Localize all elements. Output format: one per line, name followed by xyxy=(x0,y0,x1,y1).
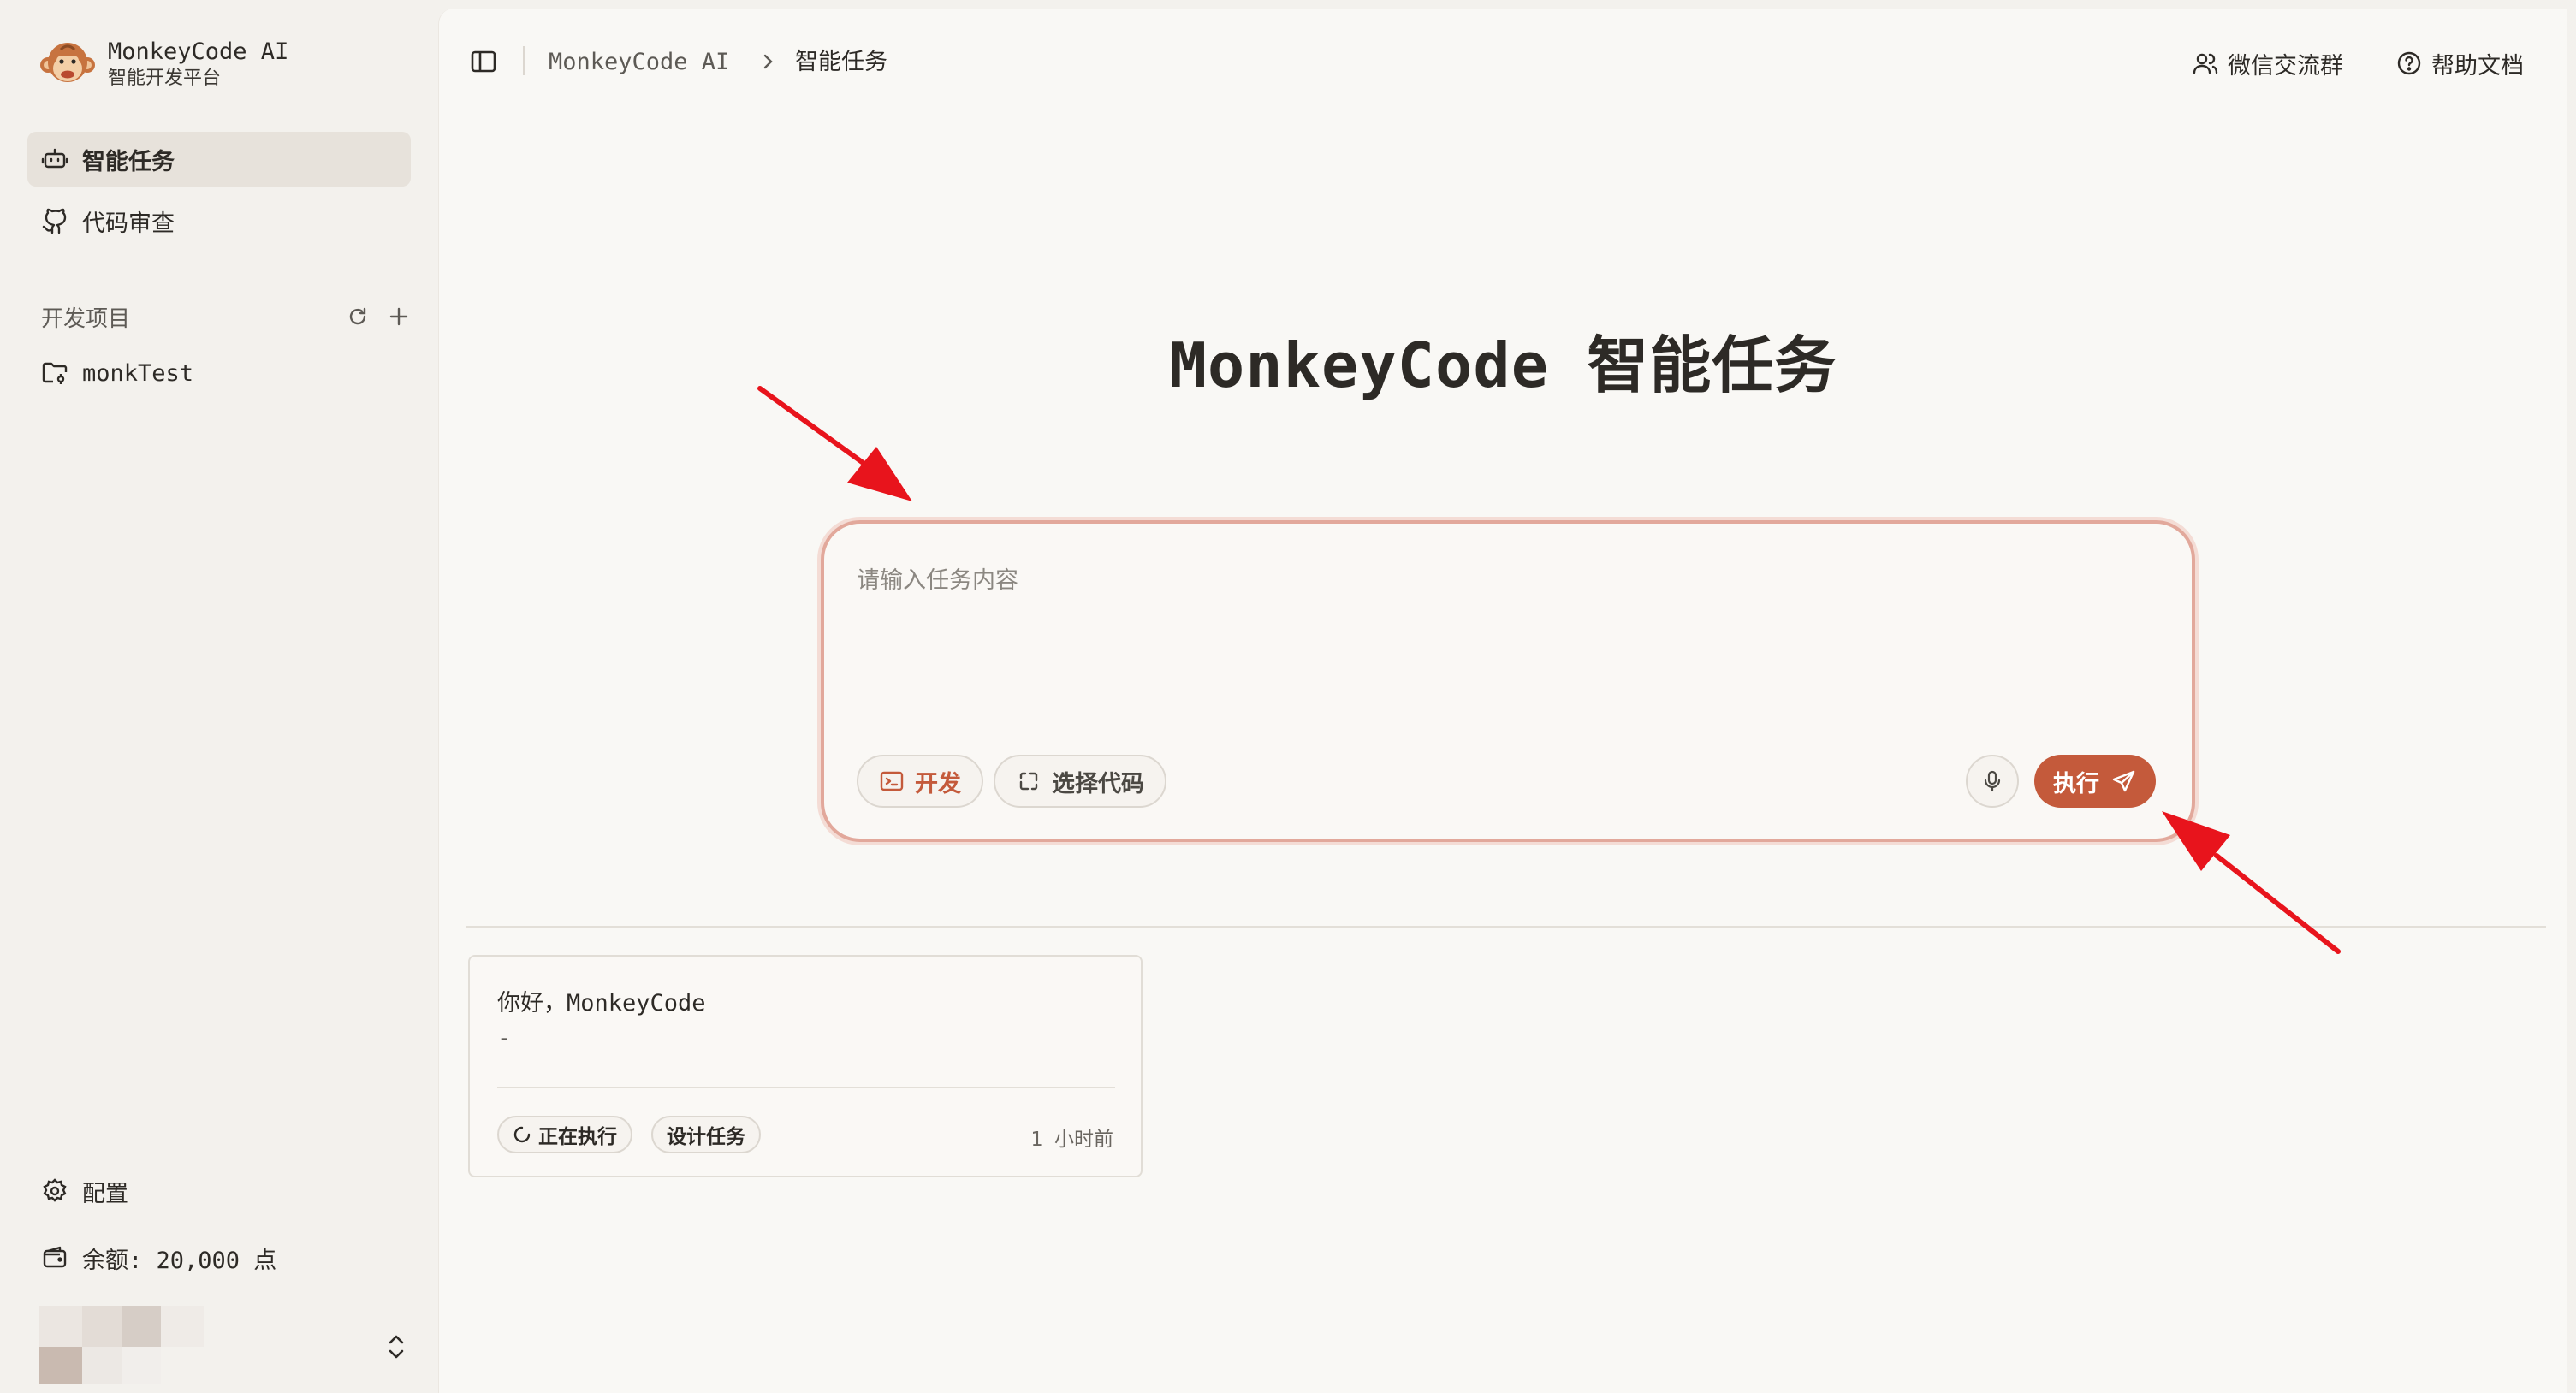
settings-link[interactable]: 配置 xyxy=(27,1167,411,1215)
wechat-group-link[interactable]: 微信交流群 xyxy=(2192,46,2343,80)
code-select-icon xyxy=(1019,772,1038,791)
add-project-button[interactable] xyxy=(387,305,411,329)
select-code-button[interactable]: 选择代码 xyxy=(994,755,1166,808)
execute-label: 执行 xyxy=(2053,770,2099,797)
github-icon xyxy=(42,208,67,234)
task-card[interactable]: 你好，MonkeyCode - 正在执行 设计任务 1 小时前 xyxy=(468,955,1143,1177)
brand-name: MonkeyCode AI xyxy=(108,39,289,65)
nav-item-label: 代码审查 xyxy=(82,210,175,237)
balance-link[interactable]: 余额: 20,000 点 xyxy=(27,1234,411,1282)
brand[interactable]: MonkeyCode AI 智能开发平台 xyxy=(39,36,288,92)
sidebar-toggle-icon[interactable] xyxy=(468,46,499,77)
settings-label: 配置 xyxy=(82,1180,128,1207)
refresh-icon xyxy=(349,307,366,325)
breadcrumb-root[interactable]: MonkeyCode AI xyxy=(549,48,729,77)
gear-icon xyxy=(43,1178,67,1202)
breadcrumb-current: 智能任务 xyxy=(795,49,887,75)
main-panel: MonkeyCode AI 智能任务 微信交流群 帮助文档 MonkeyCode… xyxy=(438,9,2567,1393)
task-input[interactable] xyxy=(857,561,2140,698)
microphone-icon xyxy=(1984,770,2001,792)
projects-section-header: 开发项目 xyxy=(41,299,411,334)
nav-item-code-review[interactable]: 代码审查 xyxy=(27,193,411,248)
help-docs-link[interactable]: 帮助文档 xyxy=(2395,46,2524,80)
wallet-icon xyxy=(43,1246,67,1268)
chevron-right-icon xyxy=(763,54,773,69)
monkey-logo-icon xyxy=(40,43,95,82)
help-docs-label: 帮助文档 xyxy=(2431,52,2524,80)
content-divider xyxy=(466,926,2546,928)
task-card-divider xyxy=(497,1087,1115,1088)
send-icon xyxy=(2112,770,2135,792)
projects-section-title: 开发项目 xyxy=(41,305,131,332)
folder-git-icon xyxy=(42,362,68,384)
task-title: 你好，MonkeyCode xyxy=(497,990,706,1017)
execute-button[interactable]: 执行 xyxy=(2034,755,2156,808)
status-label: 正在执行 xyxy=(538,1126,617,1148)
help-circle-icon xyxy=(2397,51,2421,75)
select-code-label: 选择代码 xyxy=(1052,770,1144,797)
task-description: - xyxy=(497,1025,512,1052)
project-item-label: monkTest xyxy=(82,359,194,387)
task-composer: 开发 选择代码 执行 xyxy=(821,520,2195,842)
topbar-divider xyxy=(523,46,525,75)
task-timestamp: 1 小时前 xyxy=(1030,1129,1113,1151)
task-type-badge: 设计任务 xyxy=(651,1116,761,1153)
status-badge: 正在执行 xyxy=(497,1116,632,1153)
brand-subtitle: 智能开发平台 xyxy=(108,68,222,89)
chevron-up-down-icon xyxy=(389,1335,404,1359)
refresh-projects-button[interactable] xyxy=(346,305,370,329)
page-title: MonkeyCode 智能任务 xyxy=(1169,329,1837,401)
task-type-label: 设计任务 xyxy=(667,1126,745,1148)
dev-mode-button[interactable]: 开发 xyxy=(857,755,983,808)
wechat-group-label: 微信交流群 xyxy=(2228,52,2343,80)
nav-item-label: 智能任务 xyxy=(82,148,175,175)
spinner-icon xyxy=(513,1126,531,1143)
terminal-icon xyxy=(880,771,904,791)
voice-input-button[interactable] xyxy=(1966,755,2019,808)
user-menu[interactable] xyxy=(39,1306,411,1388)
balance-label: 余额: 20,000 点 xyxy=(82,1247,277,1274)
users-icon xyxy=(2193,53,2218,74)
project-item-monktest[interactable]: monkTest xyxy=(27,349,411,397)
nav-item-smart-tasks[interactable]: 智能任务 xyxy=(27,132,411,187)
topbar: MonkeyCode AI 智能任务 微信交流群 帮助文档 xyxy=(439,9,2567,110)
avatar xyxy=(39,1306,211,1388)
plus-icon xyxy=(389,307,408,326)
dev-mode-label: 开发 xyxy=(915,770,961,797)
sidebar: MonkeyCode AI 智能开发平台 智能任务 代码审查 开发项目 monk… xyxy=(0,0,438,1393)
robot-icon xyxy=(41,148,68,169)
